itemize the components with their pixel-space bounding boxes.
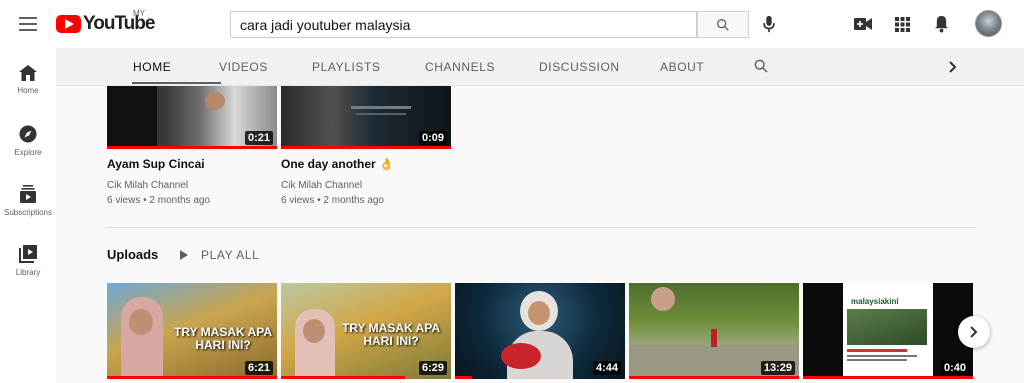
- sidebar-item-label: Subscriptions: [3, 208, 53, 217]
- video-duration: 0:21: [244, 131, 273, 145]
- chevron-right-icon[interactable]: [949, 61, 957, 73]
- search-icon[interactable]: [753, 58, 769, 74]
- bell-icon: [934, 16, 948, 33]
- video-thumbnail[interactable]: 4:44: [455, 283, 625, 379]
- sidebar: Home Explore Subscriptions Library: [0, 48, 56, 383]
- chevron-right-icon: [970, 326, 978, 338]
- subscriptions-icon: [20, 185, 36, 203]
- watch-progress-bar: [281, 376, 406, 379]
- video-thumbnail[interactable]: malaysiakini 0:40: [803, 283, 973, 379]
- tab-about[interactable]: ABOUT: [660, 60, 704, 74]
- tab-playlists[interactable]: PLAYLISTS: [312, 60, 381, 74]
- uploads-heading[interactable]: Uploads: [107, 247, 158, 262]
- video-duration: 4:44: [592, 361, 621, 375]
- video-thumbnail[interactable]: TRY MASAK APA HARI INI? 6:29: [281, 283, 451, 379]
- sidebar-item-label: Explore: [14, 148, 42, 157]
- watch-progress-bar: [107, 376, 277, 379]
- video-duration: 13:29: [760, 361, 795, 375]
- video-thumbnail[interactable]: 13:29: [629, 283, 799, 379]
- search-input[interactable]: cara jadi youtuber malaysia: [230, 11, 697, 38]
- thumbnail-overlay-text: TRY MASAK APA HARI INI?: [341, 321, 440, 348]
- avatar[interactable]: [975, 10, 1002, 37]
- channel-home-content: 0:21 Ayam Sup Cincai Cik Milah Channel 6…: [56, 86, 1024, 383]
- sidebar-item-label: Library: [15, 268, 41, 277]
- mic-icon: [763, 15, 775, 33]
- active-tab-indicator: [132, 82, 221, 84]
- search-button[interactable]: [697, 11, 749, 38]
- sidebar-item-explore[interactable]: Explore: [0, 125, 56, 157]
- youtube-logo[interactable]: YouTube MY: [56, 9, 155, 35]
- play-all-button[interactable]: PLAY ALL: [201, 248, 259, 262]
- watch-progress-bar: [455, 376, 472, 379]
- home-icon: [19, 65, 37, 81]
- apps-button[interactable]: [890, 12, 914, 36]
- mic-button[interactable]: [757, 12, 781, 36]
- video-thumbnail[interactable]: 0:21: [107, 86, 277, 149]
- video-thumbnail[interactable]: TRY MASAK APA HARI INI? 6:21: [107, 283, 277, 379]
- menu-icon[interactable]: [18, 14, 38, 34]
- search-icon: [717, 18, 729, 31]
- youtube-play-icon: [56, 15, 81, 33]
- sidebar-item-label: Home: [17, 86, 39, 95]
- thumbnail-overlay-text: malaysiakini: [851, 297, 899, 306]
- video-title[interactable]: One day another 👌: [281, 157, 394, 171]
- video-thumbnail[interactable]: 0:09: [281, 86, 451, 149]
- video-duration: 6:29: [418, 361, 447, 375]
- create-video-icon: [854, 18, 872, 30]
- tab-videos[interactable]: VIDEOS: [219, 60, 268, 74]
- sidebar-item-library[interactable]: Library: [0, 245, 56, 277]
- thumbnail-overlay-text: TRY MASAK APA HARI INI?: [173, 325, 272, 352]
- video-duration: 6:21: [244, 361, 273, 375]
- video-meta: 6 views • 2 months ago: [281, 195, 384, 206]
- video-channel[interactable]: Cik Milah Channel: [107, 178, 188, 193]
- watch-progress-bar: [629, 376, 799, 379]
- shelf-next-button[interactable]: [958, 316, 990, 348]
- watch-progress-bar: [803, 376, 973, 379]
- tab-home[interactable]: HOME: [133, 60, 171, 74]
- country-code: MY: [133, 9, 145, 18]
- video-channel[interactable]: Cik Milah Channel: [281, 178, 362, 193]
- notifications-button[interactable]: [929, 12, 953, 36]
- video-title[interactable]: Ayam Sup Cincai: [107, 157, 205, 171]
- top-bar: YouTube MY cara jadi youtuber malaysia: [0, 0, 1024, 48]
- sidebar-item-subscriptions[interactable]: Subscriptions: [0, 185, 56, 217]
- apps-icon: [894, 16, 910, 32]
- library-icon: [19, 245, 37, 263]
- tab-channels[interactable]: CHANNELS: [425, 60, 495, 74]
- sidebar-item-home[interactable]: Home: [0, 65, 56, 95]
- create-video-button[interactable]: [851, 12, 875, 36]
- watch-progress-bar: [107, 146, 277, 149]
- compass-icon: [19, 125, 37, 143]
- section-divider: [106, 227, 976, 228]
- video-duration: 0:09: [418, 131, 447, 145]
- video-meta: 6 views • 2 months ago: [107, 195, 210, 206]
- watch-progress-bar: [281, 146, 451, 149]
- play-icon[interactable]: [180, 250, 188, 260]
- tab-discussion[interactable]: DISCUSSION: [539, 60, 620, 74]
- video-duration: 0:40: [940, 361, 969, 375]
- channel-tabs: HOME VIDEOS PLAYLISTS CHANNELS DISCUSSIO…: [56, 48, 1024, 86]
